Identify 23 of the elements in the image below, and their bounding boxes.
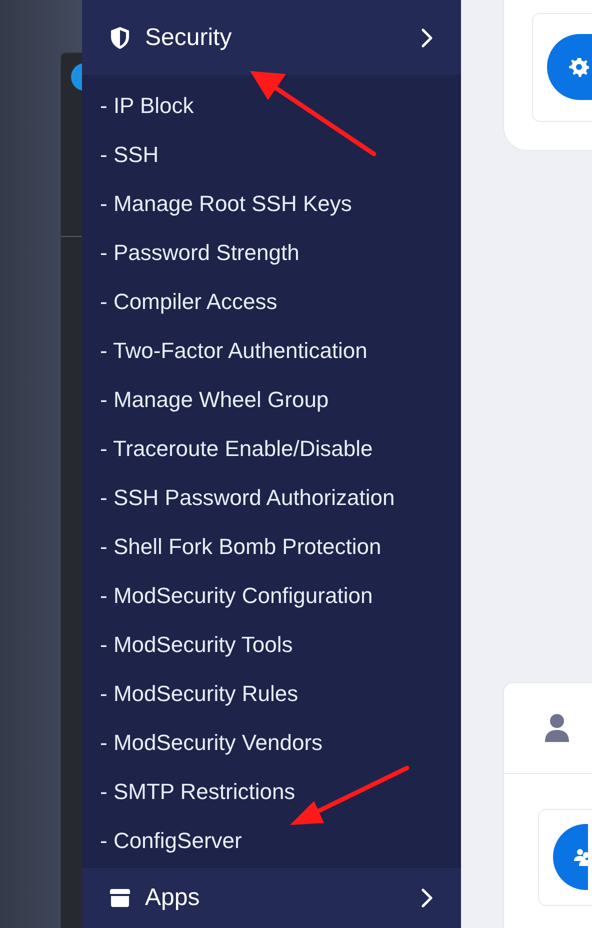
submenu-link[interactable]: - Password Strength: [82, 228, 461, 277]
submenu-link[interactable]: - Shell Fork Bomb Protection: [82, 522, 461, 571]
submenu-link[interactable]: - Manage Root SSH Keys: [82, 179, 461, 228]
submenu-link[interactable]: - Manage Wheel Group: [82, 375, 461, 424]
chevron-right-icon: [420, 28, 434, 48]
submenu-link[interactable]: - SSH Password Authorization: [82, 473, 461, 522]
sidebar-section[interactable]: Apps: [82, 868, 461, 928]
submenu-link[interactable]: - Traceroute Enable/Disable: [82, 424, 461, 473]
submenu-link[interactable]: - ModSecurity Vendors: [82, 718, 461, 767]
shield-icon: [109, 26, 131, 50]
submenu-link[interactable]: - ConfigServer: [82, 816, 461, 865]
user-icon: [544, 713, 570, 743]
submenu-link[interactable]: - ModSecurity Rules: [82, 669, 461, 718]
chevron-right-icon: [420, 888, 434, 908]
sidebar-section[interactable]: Security: [82, 0, 461, 75]
submenu-link[interactable]: - IP Block: [82, 81, 461, 130]
box-icon: [109, 888, 131, 908]
submenu-link[interactable]: - ModSecurity Configuration: [82, 571, 461, 620]
submenu-link[interactable]: - Two-Factor Authentication: [82, 326, 461, 375]
submenu-link[interactable]: - SMTP Restrictions: [82, 767, 461, 816]
submenu-link[interactable]: - SSH: [82, 130, 461, 179]
submenu-link[interactable]: - ModSecurity Tools: [82, 620, 461, 669]
submenu-link[interactable]: - Compiler Access: [82, 277, 461, 326]
